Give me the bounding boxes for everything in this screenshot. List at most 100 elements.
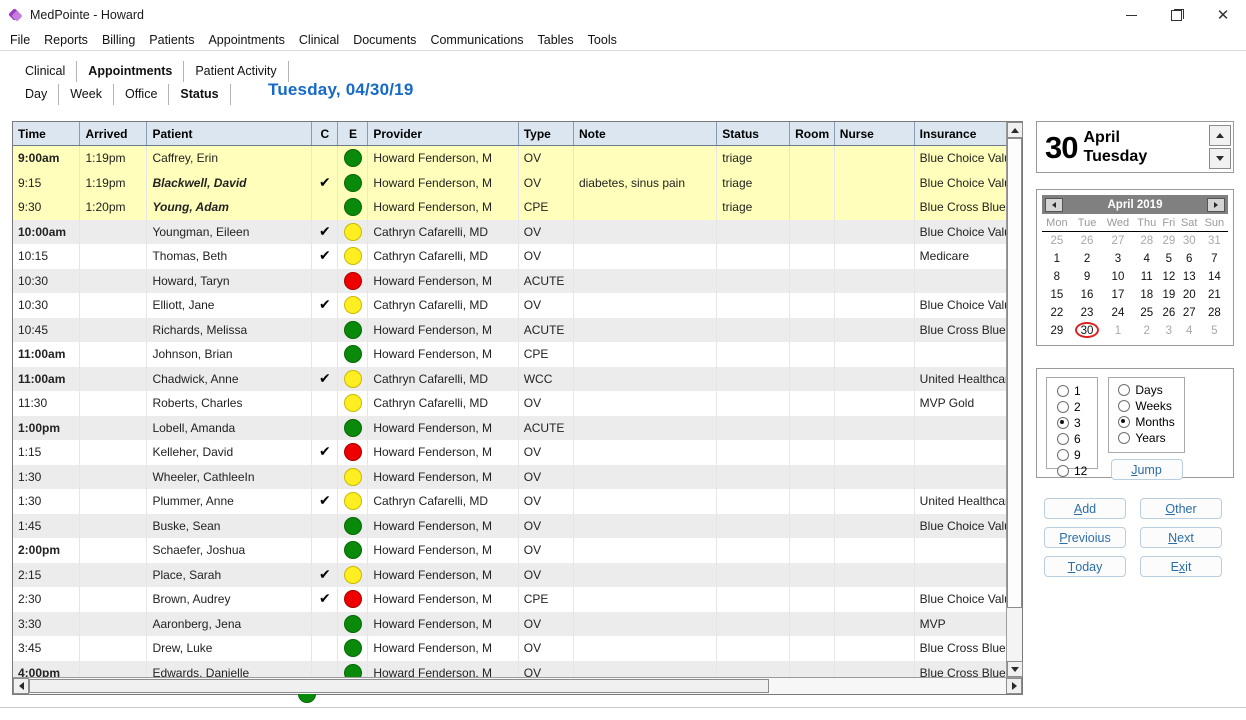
cell-confirmed-check[interactable]: ✔ — [311, 489, 337, 514]
cell-confirmed-check[interactable] — [311, 195, 337, 220]
cell-confirmed-check[interactable]: ✔ — [311, 440, 337, 465]
calendar-day[interactable]: 15 — [1042, 286, 1072, 304]
table-row[interactable]: 10:30Howard, TarynHoward Fenderson, MACU… — [13, 269, 1006, 294]
column-header-nurse[interactable]: Nurse — [834, 122, 914, 146]
calendar-day[interactable]: 3 — [1160, 322, 1178, 340]
calendar-day[interactable]: 4 — [1134, 250, 1160, 268]
tab-clinical[interactable]: Clinical — [14, 61, 77, 82]
calendar-day[interactable]: 5 — [1201, 322, 1228, 340]
calendar-day[interactable]: 28 — [1201, 304, 1228, 322]
calendar-day[interactable]: 12 — [1160, 268, 1178, 286]
calendar-day[interactable]: 23 — [1072, 304, 1103, 322]
cell-confirmed-check[interactable]: ✔ — [311, 587, 337, 612]
cell-confirmed-check[interactable] — [311, 636, 337, 661]
calendar-day[interactable]: 24 — [1102, 304, 1133, 322]
tab-office[interactable]: Office — [114, 84, 169, 105]
table-row[interactable]: 1:30Plummer, Anne✔Cathryn Cafarelli, MDO… — [13, 489, 1006, 514]
tab-patient-activity[interactable]: Patient Activity — [184, 61, 288, 82]
jump-button[interactable]: Jump — [1111, 459, 1183, 480]
table-row[interactable]: 1:45Buske, SeanHoward Fenderson, MOVBlue… — [13, 514, 1006, 539]
table-row[interactable]: 1:00pmLobell, AmandaHoward Fenderson, MA… — [13, 416, 1006, 441]
calendar-day[interactable]: 16 — [1072, 286, 1103, 304]
radio-button[interactable] — [1057, 417, 1069, 429]
radio-button[interactable] — [1057, 433, 1069, 445]
today-button[interactable]: Today — [1044, 556, 1126, 577]
vertical-scroll-thumb[interactable] — [1007, 138, 1022, 608]
cell-status-indicator[interactable] — [337, 220, 368, 245]
calendar-day-selected[interactable]: 30 — [1072, 322, 1103, 340]
calendar-day[interactable]: 26 — [1160, 304, 1178, 322]
date-spin-down-button[interactable] — [1209, 148, 1231, 169]
cell-status-indicator[interactable] — [337, 171, 368, 196]
scroll-up-button[interactable] — [1007, 122, 1023, 138]
cell-confirmed-check[interactable] — [311, 416, 337, 441]
calendar-day[interactable]: 19 — [1160, 286, 1178, 304]
cell-status-indicator[interactable] — [337, 293, 368, 318]
table-row[interactable]: 2:30Brown, Audrey✔Howard Fenderson, MCPE… — [13, 587, 1006, 612]
calendar-day[interactable]: 7 — [1201, 250, 1228, 268]
calendar-day[interactable]: 18 — [1134, 286, 1160, 304]
scroll-left-button[interactable] — [13, 678, 29, 694]
radio-button[interactable] — [1118, 416, 1130, 428]
column-header-room[interactable]: Room — [790, 122, 835, 146]
radio-interval-6[interactable]: 6 — [1057, 432, 1087, 446]
tab-day[interactable]: Day — [14, 84, 59, 105]
calendar-day[interactable]: 1 — [1042, 250, 1072, 268]
cell-status-indicator[interactable] — [337, 416, 368, 441]
cell-status-indicator[interactable] — [337, 563, 368, 588]
menu-item-clinical[interactable]: Clinical — [299, 33, 348, 47]
cell-confirmed-check[interactable] — [311, 146, 337, 171]
menu-item-tables[interactable]: Tables — [538, 33, 583, 47]
cell-confirmed-check[interactable] — [311, 342, 337, 367]
column-header-provider[interactable]: Provider — [368, 122, 518, 146]
column-header-type[interactable]: Type — [518, 122, 573, 146]
table-row[interactable]: 10:15Thomas, Beth✔Cathryn Cafarelli, MDO… — [13, 244, 1006, 269]
calendar-day[interactable]: 2 — [1072, 250, 1103, 268]
table-row[interactable]: 3:30Aaronberg, JenaHoward Fenderson, MOV… — [13, 612, 1006, 637]
menu-item-reports[interactable]: Reports — [44, 33, 97, 47]
date-spin-up-button[interactable] — [1209, 125, 1231, 146]
calendar-day[interactable]: 5 — [1160, 250, 1178, 268]
calendar-day[interactable]: 9 — [1072, 268, 1103, 286]
cell-status-indicator[interactable] — [337, 318, 368, 343]
calendar-day[interactable]: 21 — [1201, 286, 1228, 304]
restore-button[interactable] — [1154, 0, 1200, 30]
table-row[interactable]: 9:151:19pmBlackwell, David✔Howard Fender… — [13, 171, 1006, 196]
calendar-day[interactable]: 10 — [1102, 268, 1133, 286]
radio-unit-months[interactable]: Months — [1118, 415, 1174, 429]
calendar-day[interactable]: 22 — [1042, 304, 1072, 322]
cell-status-indicator[interactable] — [337, 244, 368, 269]
cell-status-indicator[interactable] — [337, 146, 368, 171]
radio-button[interactable] — [1057, 401, 1069, 413]
radio-unit-years[interactable]: Years — [1118, 431, 1174, 445]
cell-status-indicator[interactable] — [337, 465, 368, 490]
radio-button[interactable] — [1057, 385, 1069, 397]
menu-item-documents[interactable]: Documents — [353, 33, 425, 47]
table-row[interactable]: 10:45Richards, MelissaHoward Fenderson, … — [13, 318, 1006, 343]
radio-interval-12[interactable]: 12 — [1057, 464, 1087, 478]
column-header-e[interactable]: E — [337, 122, 368, 146]
radio-button[interactable] — [1057, 465, 1069, 477]
cell-status-indicator[interactable] — [337, 489, 368, 514]
calendar-day[interactable]: 26 — [1072, 232, 1103, 251]
radio-interval-1[interactable]: 1 — [1057, 384, 1087, 398]
menu-item-tools[interactable]: Tools — [588, 33, 626, 47]
cell-status-indicator[interactable] — [337, 538, 368, 563]
radio-unit-days[interactable]: Days — [1118, 383, 1174, 397]
table-row[interactable]: 11:00amChadwick, Anne✔Cathryn Cafarelli,… — [13, 367, 1006, 392]
cell-status-indicator[interactable] — [337, 587, 368, 612]
radio-interval-9[interactable]: 9 — [1057, 448, 1087, 462]
calendar-day[interactable]: 25 — [1134, 304, 1160, 322]
column-header-status[interactable]: Status — [717, 122, 790, 146]
cell-confirmed-check[interactable]: ✔ — [311, 171, 337, 196]
calendar-prev-button[interactable] — [1045, 198, 1063, 212]
calendar-day[interactable]: 29 — [1160, 232, 1178, 251]
tab-appointments[interactable]: Appointments — [77, 61, 184, 82]
table-row[interactable]: 1:30Wheeler, CathleeInHoward Fenderson, … — [13, 465, 1006, 490]
cell-confirmed-check[interactable] — [311, 612, 337, 637]
calendar-day[interactable]: 28 — [1134, 232, 1160, 251]
cell-confirmed-check[interactable] — [311, 661, 337, 678]
cell-status-indicator[interactable] — [337, 391, 368, 416]
cell-status-indicator[interactable] — [337, 269, 368, 294]
cell-status-indicator[interactable] — [337, 367, 368, 392]
